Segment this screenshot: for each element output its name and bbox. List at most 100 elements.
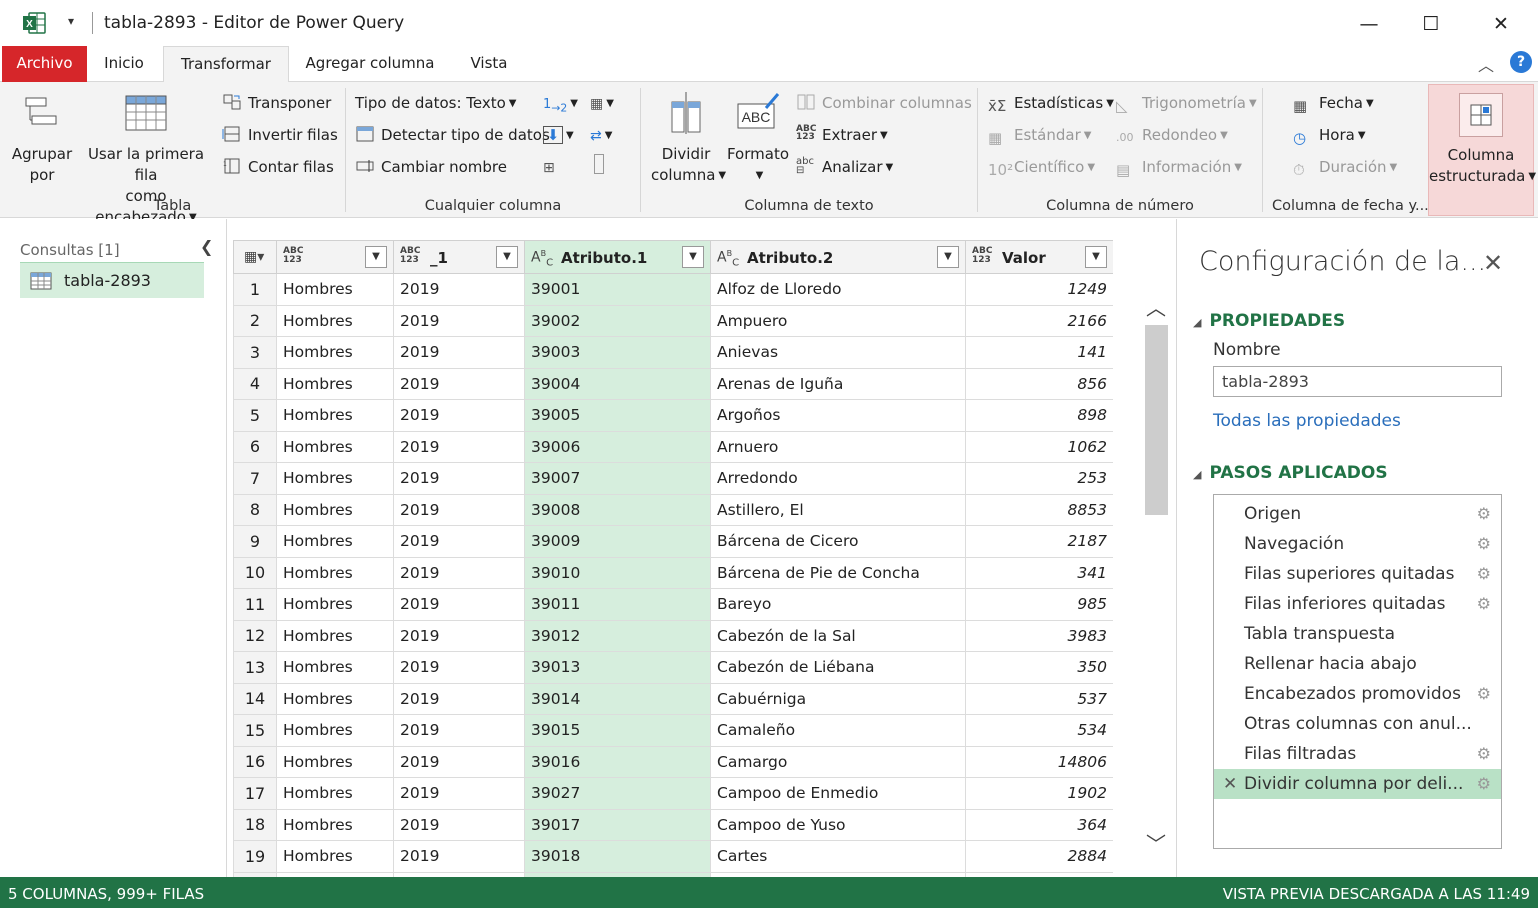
collapse-triangle-icon[interactable]: ◢ [1193, 316, 1201, 329]
vertical-scrollbar[interactable]: ︿ ﹀ [1144, 272, 1170, 877]
row-number[interactable]: 19 [233, 840, 277, 873]
table-cell[interactable]: Anievas [710, 336, 966, 369]
detectar-tipo-button[interactable]: Detectar tipo de datos [355, 122, 550, 148]
table-cell[interactable]: Hombres [276, 714, 394, 747]
column-header[interactable]: ABC Atributo.2 ▼ [710, 240, 966, 274]
applied-step[interactable]: Filas filtradas ⚙ [1214, 739, 1501, 769]
filter-dropdown-icon[interactable]: ▼ [496, 246, 518, 268]
table-cell[interactable]: 341 [965, 556, 1113, 589]
analizar-button[interactable]: abc ⊟ Analizar ▼ [796, 154, 893, 180]
table-cell[interactable]: 14806 [965, 745, 1113, 778]
table-cell[interactable]: 1902 [965, 777, 1113, 810]
table-cell[interactable]: 2166 [965, 304, 1113, 337]
column-icon-button[interactable] [594, 154, 604, 180]
applied-step[interactable]: ✕ Dividir columna por deli... ⚙ [1214, 769, 1501, 799]
row-number[interactable]: 6 [233, 430, 277, 463]
table-cell[interactable]: Hombres [276, 682, 394, 715]
tab-transformar[interactable]: Transformar [163, 46, 289, 83]
table-cell[interactable]: Bareyo [710, 588, 966, 621]
gear-icon[interactable]: ⚙ [1477, 589, 1491, 619]
row-number[interactable]: 8 [233, 493, 277, 526]
table-cell[interactable]: Cabezón de Liébana [710, 651, 966, 684]
table-cell[interactable]: 364 [965, 808, 1113, 841]
trigonometria-button[interactable]: ◺ Trigonometría ▼ [1116, 90, 1257, 116]
delete-step-icon[interactable]: ✕ [1223, 769, 1237, 799]
collapse-pane-icon[interactable]: ❮ [200, 237, 213, 256]
applied-step[interactable]: Origen ⚙ [1214, 499, 1501, 529]
table-cell[interactable]: 2884 [965, 840, 1113, 873]
table-cell[interactable]: 39017 [524, 808, 711, 841]
tab-archivo[interactable]: Archivo [2, 46, 87, 82]
table-cell[interactable]: 2019 [393, 304, 525, 337]
column-header[interactable]: ABC Atributo.1 ▼ [524, 240, 711, 274]
table-cell[interactable]: 1249 [965, 273, 1113, 306]
table-cell[interactable]: Arenas de Iguña [710, 367, 966, 400]
table-cell[interactable]: 2019 [393, 745, 525, 778]
table-row[interactable]: 17 Hombres 2019 39027 Campoo de Enmedio 1902 [233, 777, 1113, 810]
table-row[interactable]: 3 Hombres 2019 39003 Anievas 141 [233, 336, 1113, 369]
convert-list-button[interactable]: ⊞ [543, 154, 555, 180]
close-settings-icon[interactable]: ✕ [1483, 249, 1503, 277]
extraer-button[interactable]: ABC 123 Extraer ▼ [796, 122, 888, 148]
table-row[interactable]: 7 Hombres 2019 39007 Arredondo 253 [233, 462, 1113, 495]
close-button[interactable]: ✕ [1486, 10, 1516, 38]
informacion-button[interactable]: ▤ Información ▼ [1116, 154, 1242, 180]
row-number[interactable]: 15 [233, 714, 277, 747]
row-number[interactable]: 11 [233, 588, 277, 621]
type-text-icon[interactable]: ABC [717, 249, 739, 268]
table-row[interactable]: 11 Hombres 2019 39011 Bareyo 985 [233, 588, 1113, 621]
type-any-icon[interactable]: ABC 123 [400, 247, 420, 265]
table-row[interactable]: 10 Hombres 2019 39010 Bárcena de Pie de Conc… [233, 556, 1113, 589]
table-cell[interactable]: Hombres [276, 304, 394, 337]
table-cell[interactable]: Ampuero [710, 304, 966, 337]
table-cell[interactable]: 2019 [393, 682, 525, 715]
table-cell[interactable]: Hombres [276, 619, 394, 652]
formato-button[interactable]: ABC Formato ▼ [725, 88, 791, 186]
table-cell[interactable]: Hombres [276, 777, 394, 810]
table-menu-icon[interactable]: ▦▾ [244, 249, 264, 265]
query-item[interactable]: tabla-2893 [20, 262, 204, 298]
move-button[interactable]: ⇄ ▼ [590, 122, 612, 148]
table-cell[interactable]: Hombres [276, 556, 394, 589]
table-cell[interactable]: 39014 [524, 682, 711, 715]
table-cell[interactable]: 2019 [393, 493, 525, 526]
scroll-down-icon[interactable]: ﹀ [1146, 828, 1166, 857]
fecha-button[interactable]: ▦ Fecha ▼ [1293, 90, 1374, 116]
contar-filas-button[interactable]: 1 Contar filas [222, 154, 334, 180]
table-cell[interactable]: 39004 [524, 367, 711, 400]
table-cell[interactable]: Arnuero [710, 430, 966, 463]
minimize-button[interactable]: — [1354, 10, 1384, 38]
row-number[interactable]: 17 [233, 777, 277, 810]
table-row[interactable]: 16 Hombres 2019 39016 Camargo 14806 [233, 745, 1113, 778]
applied-step[interactable]: Navegación ⚙ [1214, 529, 1501, 559]
table-cell[interactable]: 985 [965, 588, 1113, 621]
applied-step[interactable]: Filas superiores quitadas ⚙ [1214, 559, 1501, 589]
table-cell[interactable]: 39008 [524, 493, 711, 526]
tab-inicio[interactable]: Inicio [96, 46, 152, 82]
table-cell[interactable]: 39027 [524, 777, 711, 810]
table-cell[interactable]: 537 [965, 682, 1113, 715]
applied-steps-section[interactable]: ◢ PASOS APLICADOS [1193, 463, 1388, 483]
table-row[interactable]: 8 Hombres 2019 39008 Astillero, El 8853 [233, 493, 1113, 526]
table-cell[interactable]: Hombres [276, 651, 394, 684]
type-any-icon[interactable]: ABC 123 [972, 247, 992, 265]
table-cell[interactable]: 39010 [524, 556, 711, 589]
table-cell[interactable]: 898 [965, 399, 1113, 432]
table-cell[interactable]: Hombres [276, 840, 394, 873]
table-cell[interactable]: 39009 [524, 525, 711, 558]
table-cell[interactable]: Hombres [276, 273, 394, 306]
scroll-up-icon[interactable]: ︿ [1146, 292, 1166, 321]
redondeo-button[interactable]: .00 Redondeo ▼ [1116, 122, 1228, 148]
column-header[interactable]: ABC 123 Valor ▼ [965, 240, 1113, 274]
table-cell[interactable]: Astillero, El [710, 493, 966, 526]
table-cell[interactable]: Hombres [276, 745, 394, 778]
table-cell[interactable]: Hombres [276, 493, 394, 526]
row-number[interactable]: 1 [233, 273, 277, 306]
table-cell[interactable]: 2019 [393, 556, 525, 589]
table-cell[interactable]: Camargo [710, 745, 966, 778]
table-cell[interactable]: 2019 [393, 336, 525, 369]
properties-section[interactable]: ◢ PROPIEDADES [1193, 311, 1345, 331]
table-cell[interactable]: 2019 [393, 462, 525, 495]
row-number[interactable]: 18 [233, 808, 277, 841]
table-cell[interactable]: 39018 [524, 840, 711, 873]
